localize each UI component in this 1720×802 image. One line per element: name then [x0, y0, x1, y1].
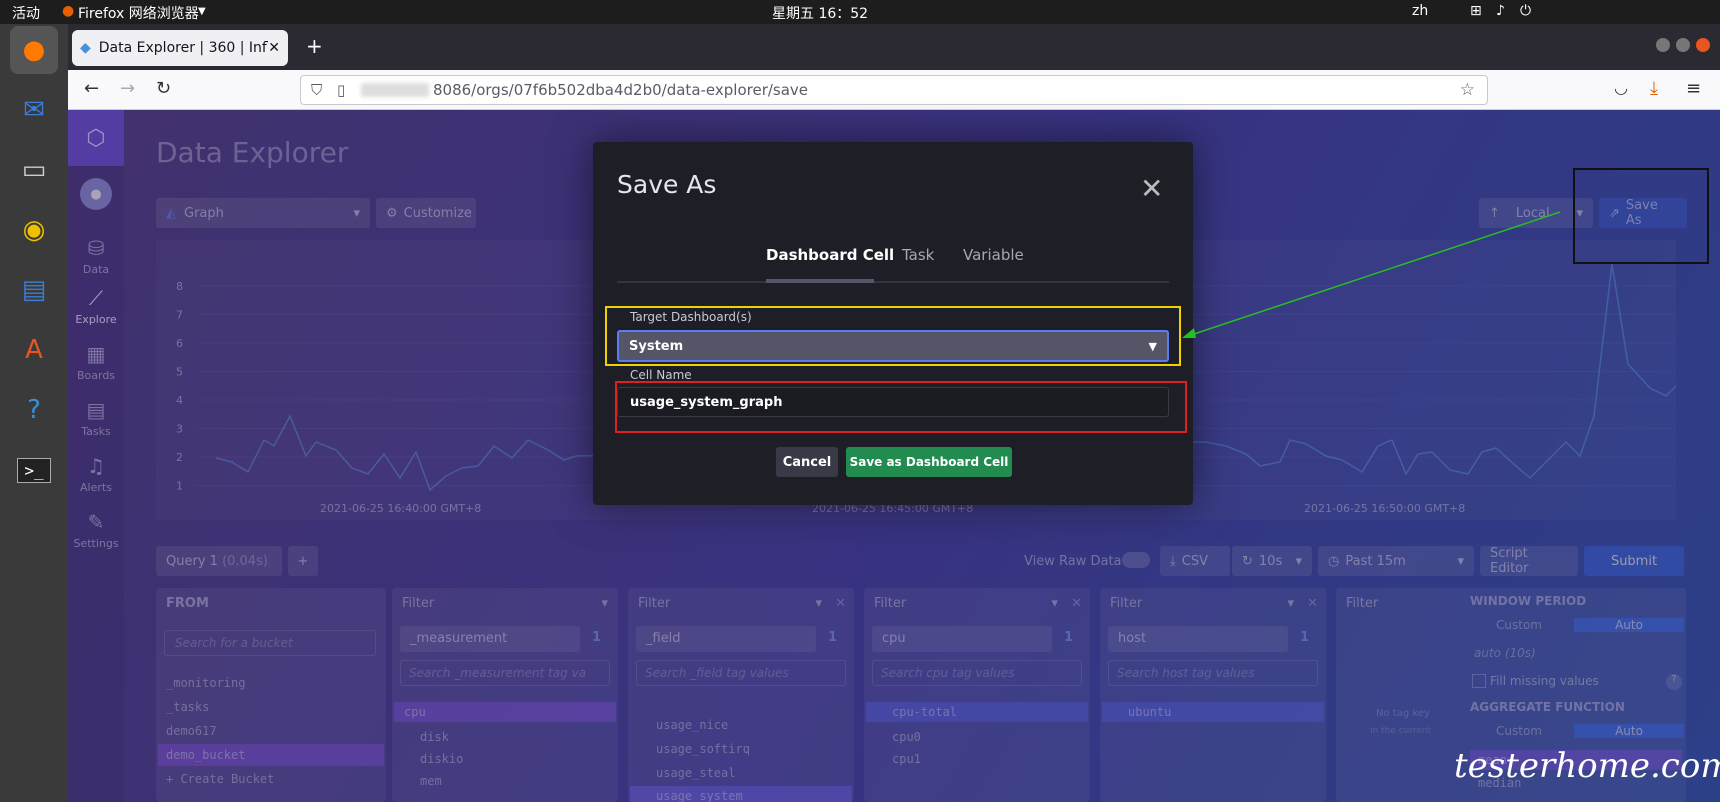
watermark-text: testerhome.com: [1454, 746, 1720, 786]
clock[interactable]: 星期五 16：52: [772, 3, 868, 23]
files-dock-icon[interactable]: ▭: [10, 146, 58, 194]
thunderbird-dock-icon[interactable]: ✉: [10, 86, 58, 134]
terminal-dock-icon[interactable]: >_: [10, 446, 58, 494]
download-icon[interactable]: ⤓: [1650, 78, 1658, 99]
chevron-down-icon: ▼: [198, 6, 206, 17]
black-highlight-box: [1573, 168, 1709, 264]
tab-dashboard-cell[interactable]: Dashboard Cell: [766, 246, 894, 264]
pocket-icon[interactable]: ◡: [1614, 78, 1628, 97]
close-icon[interactable]: ✕: [1140, 172, 1163, 205]
dock: ● ✉ ▭ ◉ ▤ A ? >_: [0, 24, 68, 802]
minimize-icon[interactable]: [1656, 38, 1670, 52]
back-icon[interactable]: ←: [84, 78, 99, 99]
url-text: 8086/orgs/07f6b502dba4d2b0/data-explorer…: [433, 81, 809, 99]
tab-task[interactable]: Task: [902, 246, 934, 264]
save-dashboard-cell-button[interactable]: Save as Dashboard Cell: [846, 447, 1012, 477]
maximize-icon[interactable]: [1676, 38, 1690, 52]
shield-icon[interactable]: ⛉: [311, 81, 322, 99]
forward-icon[interactable]: →: [120, 78, 135, 99]
firefox-dock-icon[interactable]: ●: [10, 26, 58, 74]
software-dock-icon[interactable]: A: [10, 326, 58, 374]
volume-icon[interactable]: ♪: [1496, 3, 1505, 19]
language-indicator[interactable]: zh: [1412, 3, 1428, 19]
cancel-button[interactable]: Cancel: [776, 447, 838, 477]
rhythmbox-dock-icon[interactable]: ◉: [10, 206, 58, 254]
bookmark-star-icon[interactable]: ☆: [1460, 80, 1475, 100]
activities-button[interactable]: 活动: [12, 3, 40, 23]
reload-icon[interactable]: ↻: [156, 78, 171, 99]
app-menu[interactable]: Firefox 网络浏览器: [78, 3, 199, 23]
close-tab-icon[interactable]: ✕: [268, 40, 280, 56]
tab-divider: [617, 281, 1169, 283]
new-tab-icon[interactable]: +: [306, 34, 323, 58]
red-highlight-box: [615, 381, 1187, 433]
green-arrow: [1182, 211, 1561, 338]
dialog-title: Save As: [617, 170, 717, 199]
system-top-bar: 活动 ● Firefox 网络浏览器 ▼ 星期五 16：52 zh ⊞ ♪ ⏻: [0, 0, 1720, 24]
page-icon: ▯: [337, 81, 346, 99]
close-window-icon[interactable]: [1696, 38, 1710, 52]
menu-icon[interactable]: ≡: [1686, 78, 1701, 99]
influx-favicon-icon: ◆: [80, 40, 91, 56]
url-bar[interactable]: ⛉ ▯ 8086/orgs/07f6b502dba4d2b0/data-expl…: [300, 75, 1488, 105]
network-icon[interactable]: ⊞: [1470, 3, 1482, 19]
firefox-icon: ●: [62, 3, 75, 19]
tab-variable[interactable]: Variable: [963, 246, 1024, 264]
yellow-highlight-box: [605, 306, 1181, 366]
tab-title: Data Explorer | 360 | Influ: [98, 40, 269, 56]
browser-tab[interactable]: ◆ Data Explorer | 360 | Influ ✕: [72, 30, 288, 66]
power-icon[interactable]: ⏻: [1520, 3, 1531, 19]
cell-name-label: Cell Name: [630, 368, 692, 382]
writer-dock-icon[interactable]: ▤: [10, 266, 58, 314]
active-tab-indicator: [766, 279, 874, 283]
help-dock-icon[interactable]: ?: [10, 386, 58, 434]
redacted-host: [361, 83, 429, 97]
